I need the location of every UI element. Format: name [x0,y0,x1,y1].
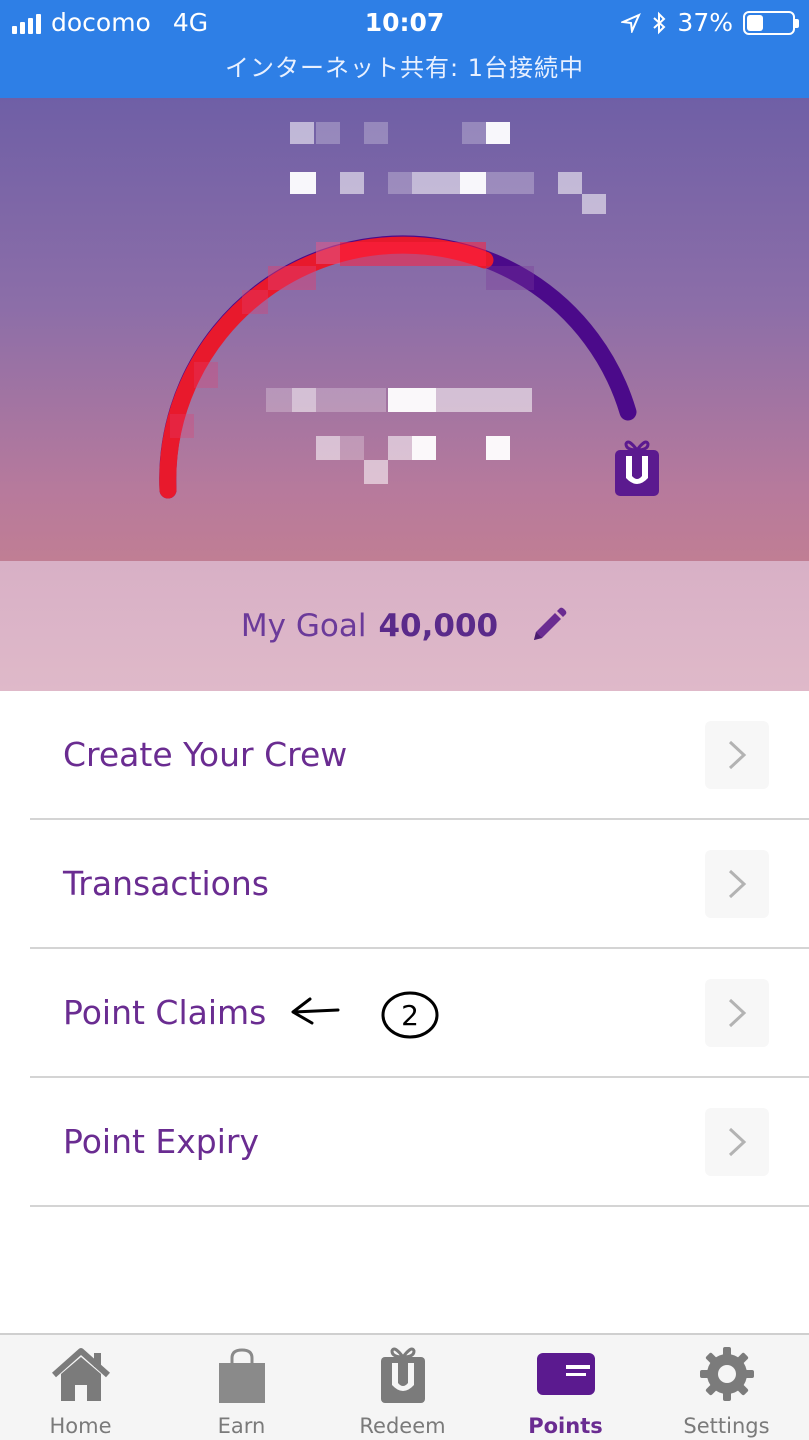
chevron-right-icon [705,1108,769,1176]
gear-icon [699,1347,754,1401]
tab-redeem[interactable]: Redeem [322,1335,483,1440]
status-bar: docomo 4G 10:07 37% インターネット共有: 1台接続中 [0,0,809,98]
menu-item-point-claims[interactable]: Point Claims 2 [30,949,809,1078]
chevron-right-icon [705,979,769,1047]
menu-item-label: Point Claims [63,993,267,1032]
goal-label: My Goal [240,608,367,644]
battery-percent: 37% [677,8,733,37]
menu-item-label: Point Expiry [63,1122,260,1161]
edit-pencil-icon[interactable] [528,606,568,646]
hand-drawn-arrow-annotation-icon: 2 [291,991,439,1039]
points-hero [0,98,809,561]
tab-label: Points [528,1414,603,1438]
tab-earn[interactable]: Earn [161,1335,322,1440]
tab-label: Earn [217,1414,266,1438]
menu-item-point-expiry[interactable]: Point Expiry [30,1078,809,1207]
tab-home[interactable]: Home [0,1335,161,1440]
svg-text:2: 2 [401,999,419,1032]
menu-item-label: Transactions [63,864,269,903]
tab-bar: Home Earn Redeem Points Settings [0,1333,809,1440]
tab-label: Redeem [359,1414,446,1438]
chevron-right-icon [705,850,769,918]
points-gauge [159,235,637,499]
tab-points[interactable]: Points [485,1335,646,1440]
tethering-status: インターネット共有: 1台接続中 [225,54,584,82]
chevron-right-icon [705,721,769,789]
goal-value: 40,000 [378,608,499,644]
points-menu: Create Your Crew Transactions Point Clai… [0,691,809,1207]
bluetooth-icon [653,11,666,34]
menu-item-create-your-crew[interactable]: Create Your Crew [30,691,809,820]
menu-item-label: Create Your Crew [63,735,348,774]
tab-label: Settings [683,1414,770,1438]
menu-item-transactions[interactable]: Transactions [30,820,809,949]
gift-u-logo-icon [615,440,659,496]
location-arrow-icon [621,12,642,33]
tab-label: Home [49,1414,112,1438]
goal-band: My Goal 40,000 [0,561,809,691]
battery-icon [743,10,799,35]
home-icon [51,1348,110,1401]
shopping-bag-icon [218,1348,265,1403]
gift-u-icon [380,1347,425,1403]
card-icon [536,1353,595,1395]
tab-settings[interactable]: Settings [646,1335,807,1440]
